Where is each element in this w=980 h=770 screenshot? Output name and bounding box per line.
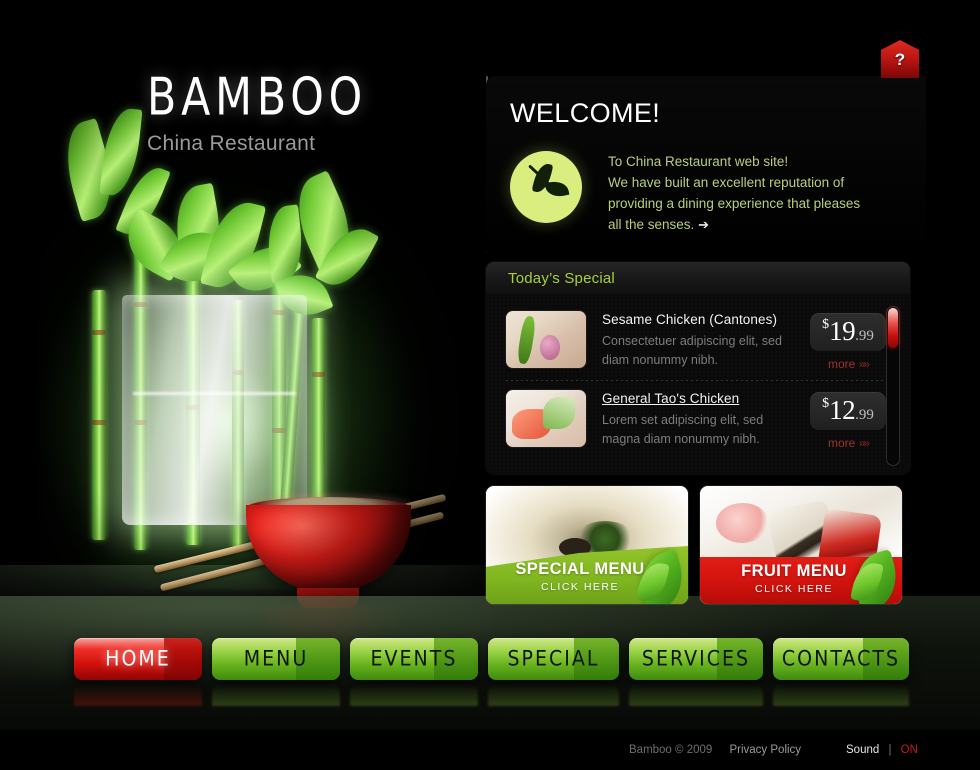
nav-list: HOME MENU EVENTS SPECIAL SERVICES CONTAC… bbox=[74, 638, 909, 706]
more-label: more bbox=[827, 357, 856, 371]
page-root: BAMBOO China Restaurant ? WELCOME! To Ch… bbox=[0, 0, 980, 770]
dish-title[interactable]: General Tao's Chicken bbox=[602, 391, 800, 406]
footer: Bamboo © 2009 Privacy Policy Sound | ON bbox=[0, 730, 980, 770]
welcome-line-2: We have built an excellent reputation of bbox=[608, 175, 845, 190]
glass-vase bbox=[122, 295, 307, 525]
price-decimal: .99 bbox=[855, 407, 874, 423]
promo-cards: SPECIAL MENU CLICK HERE FRUIT MENU CLICK… bbox=[486, 486, 926, 604]
scrollbar[interactable] bbox=[886, 306, 900, 466]
sound-state[interactable]: ON bbox=[901, 744, 918, 756]
price-tag: $19.99 bbox=[810, 313, 886, 351]
nav-reflection bbox=[488, 684, 619, 706]
bamboo-stalk bbox=[92, 290, 106, 540]
logo-tagline: China Restaurant bbox=[147, 132, 316, 155]
nav-item-special[interactable]: SPECIAL bbox=[488, 638, 619, 680]
footer-left: Bamboo © 2009 Privacy Policy bbox=[629, 744, 801, 756]
nav-reflection bbox=[212, 684, 340, 706]
main-navigation: HOME MENU EVENTS SPECIAL SERVICES CONTAC… bbox=[0, 638, 980, 706]
dish-info: Sesame Chicken (Cantones) Consectetuer a… bbox=[602, 311, 800, 370]
nav-item-label: HOME bbox=[105, 646, 171, 672]
chevron-right-icon: »» bbox=[858, 357, 870, 371]
nav-item-contacts[interactable]: CONTACTS bbox=[773, 638, 909, 680]
question-mark-icon: ? bbox=[894, 50, 906, 69]
sound-label: Sound bbox=[846, 744, 880, 756]
main-content: WELCOME! To China Restaurant web site! W… bbox=[486, 76, 926, 604]
nav-item-label: SERVICES bbox=[641, 646, 751, 672]
sound-separator: | bbox=[888, 744, 892, 756]
more-link[interactable]: more »» bbox=[800, 357, 896, 371]
dish-title[interactable]: Sesame Chicken (Cantones) bbox=[602, 312, 800, 327]
arrow-right-icon[interactable]: ➔ bbox=[698, 217, 709, 232]
dish-info: General Tao's Chicken Lorem set adipisci… bbox=[602, 390, 800, 449]
copyright-text: Bamboo © 2009 bbox=[629, 744, 713, 756]
help-button[interactable]: ? bbox=[881, 40, 919, 78]
nav-reflection bbox=[629, 684, 763, 706]
list-item[interactable]: General Tao's Chicken Lorem set adipisci… bbox=[486, 381, 910, 459]
more-link[interactable]: more »» bbox=[800, 436, 896, 450]
welcome-panel: WELCOME! To China Restaurant web site! W… bbox=[486, 76, 926, 252]
price-decimal: .99 bbox=[855, 328, 874, 344]
promo-card-special-menu[interactable]: SPECIAL MENU CLICK HERE bbox=[486, 486, 688, 604]
page-title: WELCOME! bbox=[510, 98, 661, 128]
nav-reflection bbox=[74, 684, 202, 706]
nav-item-label: SPECIAL bbox=[507, 646, 600, 672]
welcome-text: To China Restaurant web site! We have bu… bbox=[608, 151, 860, 235]
logo-wordmark: BAMBOO bbox=[147, 67, 368, 128]
dish-description-line-2: diam nonummy nibh. bbox=[602, 353, 719, 367]
nav-item-label: CONTACTS bbox=[781, 646, 901, 672]
welcome-line-3: providing a dining experience that pleas… bbox=[608, 196, 861, 211]
price-tag: $12.99 bbox=[810, 392, 886, 430]
dish-description-line-2: magna diam nonummy nibh. bbox=[602, 432, 760, 446]
todays-special-list: Sesame Chicken (Cantones) Consectetuer a… bbox=[486, 294, 910, 474]
welcome-line-4-wrap: all the senses. ➔ bbox=[608, 214, 860, 235]
price-integer: 19 bbox=[829, 316, 856, 346]
bamboo-leaf-icon bbox=[510, 151, 582, 223]
dish-thumbnail bbox=[506, 311, 586, 368]
welcome-line-1: To China Restaurant web site! bbox=[608, 154, 789, 169]
todays-special-panel: Today’s Special Sesame Chicken (Cantones… bbox=[486, 262, 910, 474]
promo-card-fruit-menu[interactable]: FRUIT MENU CLICK HERE bbox=[700, 486, 902, 604]
price-integer: 12 bbox=[829, 395, 856, 425]
dish-description: Consectetuer adipiscing elit, sed diam n… bbox=[602, 332, 800, 370]
nav-item-events[interactable]: EVENTS bbox=[350, 638, 478, 680]
chevron-right-icon: »» bbox=[858, 436, 870, 450]
dish-description-line-1: Consectetuer adipiscing elit, sed bbox=[602, 334, 782, 348]
site-logo[interactable]: BAMBOO China Restaurant bbox=[147, 67, 374, 156]
list-item[interactable]: Sesame Chicken (Cantones) Consectetuer a… bbox=[486, 302, 910, 380]
nav-item-services[interactable]: SERVICES bbox=[629, 638, 763, 680]
more-label: more bbox=[827, 436, 856, 450]
nav-item-menu[interactable]: MENU bbox=[212, 638, 340, 680]
nav-item-label: MENU bbox=[243, 646, 309, 672]
todays-special-header: Today’s Special bbox=[486, 262, 910, 294]
dish-thumbnail bbox=[506, 390, 586, 447]
dish-price-column: $19.99 more »» bbox=[800, 311, 896, 371]
welcome-row: To China Restaurant web site! We have bu… bbox=[510, 151, 926, 235]
nav-reflection bbox=[773, 684, 909, 706]
scrollbar-thumb[interactable] bbox=[888, 308, 898, 348]
dish-price-column: $12.99 more »» bbox=[800, 390, 896, 450]
welcome-line-4: all the senses. bbox=[608, 217, 695, 232]
nav-item-home[interactable]: HOME bbox=[74, 638, 202, 680]
dish-description-line-1: Lorem set adipiscing elit, sed bbox=[602, 413, 764, 427]
sound-toggle[interactable]: Sound | ON bbox=[846, 744, 918, 756]
nav-item-label: EVENTS bbox=[370, 646, 458, 672]
privacy-policy-link[interactable]: Privacy Policy bbox=[729, 744, 801, 756]
dish-description: Lorem set adipiscing elit, sed magna dia… bbox=[602, 411, 800, 449]
nav-reflection bbox=[350, 684, 478, 706]
